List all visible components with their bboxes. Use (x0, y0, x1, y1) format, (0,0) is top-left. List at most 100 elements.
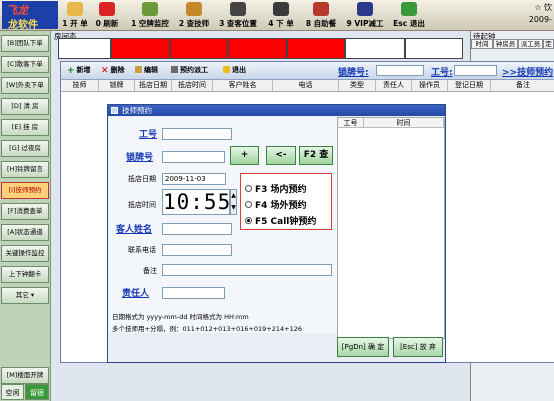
column-header[interactable]: 登记日期 (448, 80, 491, 91)
work-number-label: 工号: (431, 68, 453, 78)
add-button[interactable]: + 新增 (67, 65, 91, 76)
sidebar-item-walkin-order[interactable]: [C]散客下单 (1, 56, 49, 73)
refresh-label: 0 刷新 (95, 19, 119, 28)
sidebar-item-status-channel[interactable]: [A]状态通道 (1, 224, 49, 241)
spin-up-icon[interactable]: ▲ (231, 190, 236, 202)
clock-line-1: ☆ 饮 (534, 3, 552, 12)
exit-button[interactable]: Esc 退出 (389, 1, 429, 29)
query-button[interactable]: F2 查 (299, 146, 333, 165)
column-header[interactable]: 技师 (61, 80, 99, 91)
column-header[interactable]: 操作员 (412, 80, 448, 91)
column-header[interactable]: 锁牌 (99, 80, 135, 91)
exit-person-icon (223, 66, 230, 73)
empty-card-monitor-button[interactable]: 1 空牌监控 (128, 1, 172, 29)
card-number-label: 锁牌号: (338, 68, 369, 78)
buffet-icon (313, 2, 329, 16)
room-cell[interactable] (345, 38, 405, 59)
tab-time[interactable]: 时间 (471, 39, 493, 49)
room-cell[interactable] (111, 38, 170, 59)
phone-label: 联系电话 (128, 246, 156, 254)
owner-label: 责任人 (122, 289, 150, 299)
card-input[interactable] (162, 151, 225, 163)
find-guest-position-button[interactable]: 3 查客位置 (215, 1, 261, 29)
sidebar-item-floor-open-card[interactable]: [M]楼面开牌 (1, 367, 49, 384)
place-order-button[interactable]: 4 下 单 (263, 1, 299, 29)
spin-down-icon[interactable]: ▼ (231, 202, 236, 214)
grid-column-header[interactable]: 时间 (364, 118, 444, 128)
cancel-button[interactable]: [Esc] 放 弃 (393, 337, 443, 357)
sidebar-item-overnight-room[interactable]: [G] 过夜房 (1, 140, 49, 157)
sidebar-item-group-order[interactable]: [B]团队下单 (1, 35, 49, 52)
sidebar-item-takeout-order[interactable]: [W]外卖下单 (1, 77, 49, 94)
reservation-type-group: F3 场内预约 F4 场外预约 F5 Call钟预约 (240, 173, 332, 230)
sidebar-item-key-op-monitor[interactable]: 关键操作监控 (1, 245, 49, 262)
buffet-label: 8 自助餐 (305, 19, 337, 28)
sidebar-item-bell-message[interactable]: [H]铃牌留言 (1, 161, 49, 178)
owner-input[interactable] (162, 287, 225, 299)
sidebar-item-clear-room[interactable]: [D] 清 房 (1, 98, 49, 115)
buffet-button[interactable]: 8 自助餐 (301, 1, 341, 29)
note-input[interactable] (162, 264, 332, 276)
delete-button[interactable]: ✕ 删除 (101, 65, 125, 76)
column-header[interactable]: 类型 (339, 80, 376, 91)
option-call-reservation[interactable]: F5 Call钟预约 (245, 214, 316, 227)
plus-button[interactable]: + (230, 146, 259, 165)
room-cell[interactable] (170, 38, 228, 59)
phone-input[interactable] (162, 244, 232, 256)
tab-dispatcher[interactable]: 派工员 (518, 39, 543, 49)
sidebar-item-hang-room[interactable]: [E] 挂 房 (1, 119, 49, 136)
card-label: 锁牌号 (126, 153, 154, 163)
monitor-icon (142, 2, 158, 16)
sidebar-item-other[interactable]: 其它 ▾ (1, 287, 49, 304)
column-header[interactable]: 抵店时间 (172, 80, 213, 91)
work-no-input[interactable] (162, 128, 232, 140)
sidebar: [B]团队下单 [C]散客下单 [W]外卖下单 [D] 清 房 [E] 挂 房 … (0, 31, 51, 401)
exit-window-button[interactable]: 退出 (223, 65, 246, 75)
idle-button[interactable]: 空闲 (1, 384, 24, 400)
reserve-icon (171, 66, 178, 73)
room-cell[interactable] (228, 38, 287, 59)
tab-more[interactable]: 定 (543, 39, 554, 49)
vip-button[interactable]: 9 VIP减工 (343, 1, 387, 29)
open-order-button[interactable]: 1 开 单 (61, 1, 89, 29)
column-header[interactable]: 客户姓名 (213, 80, 273, 91)
sidebar-item-tech-reservation[interactable]: [I]技师预约 (1, 182, 49, 199)
room-cell[interactable] (58, 38, 111, 59)
tech-reservation-link[interactable]: >>技师预约 (502, 65, 553, 78)
guest-name-input[interactable] (162, 223, 232, 235)
arrival-time-input[interactable]: 10:55 (162, 189, 230, 215)
confirm-button[interactable]: [PgDn] 确 定 (337, 337, 389, 357)
sidebar-item-bill-query[interactable]: [F]消费查单 (1, 203, 49, 220)
option-offsite-reservation[interactable]: F4 场外预约 (245, 198, 307, 211)
column-header[interactable]: 责任人 (376, 80, 412, 91)
backspace-button[interactable]: <- (266, 146, 296, 165)
edit-button[interactable]: 编辑 (135, 65, 158, 75)
room-cell[interactable] (405, 38, 463, 59)
reserve-dispatch-button[interactable]: 预约派工 (171, 65, 208, 75)
dialog-titlebar: 技师预约 (108, 105, 445, 116)
reservation-toolbar: + 新增 ✕ 删除 编辑 预约派工 退出 锁牌号: 工号: >>技师预约 (61, 62, 554, 80)
arrival-date-input[interactable]: 2009-11-03 (162, 173, 226, 185)
room-cell[interactable] (287, 38, 345, 59)
format-hint: 日期格式为 yyyy-mm-dd 时间格式为 HH:mm (112, 313, 249, 321)
grid-column-header[interactable]: 工号 (338, 118, 364, 128)
refresh-button[interactable]: 0 刷新 (90, 1, 124, 29)
card-number-input[interactable] (376, 65, 424, 76)
reservation-form: 工号 锁牌号 + <- F2 查 抵店日期 2009-11-03 抵店时间 10… (109, 117, 337, 333)
work-number-input[interactable] (454, 65, 497, 76)
column-header[interactable]: 电话 (273, 80, 339, 91)
column-header[interactable]: 备注 (491, 80, 554, 91)
guest-name-label: 客人姓名 (116, 225, 153, 235)
option-label: F3 场内预约 (255, 185, 307, 195)
option-onsite-reservation[interactable]: F3 场内预约 (245, 182, 307, 195)
guest-position-label: 3 查客位置 (219, 19, 257, 28)
time-spinner[interactable]: ▲ ▼ (230, 189, 237, 215)
find-technician-button[interactable]: 2 查技师 (174, 1, 214, 29)
sidebar-item-flip-card[interactable]: 上下钟翻卡 (1, 266, 49, 283)
stay-button[interactable]: 留宿 (25, 384, 49, 400)
tab-room-staff[interactable]: 钟房员 (493, 39, 518, 49)
reserve-label: 预约派工 (180, 66, 208, 74)
vip-label: 9 VIP减工 (346, 19, 384, 28)
edit-label: 编辑 (144, 66, 158, 74)
column-header[interactable]: 抵店日期 (135, 80, 172, 91)
